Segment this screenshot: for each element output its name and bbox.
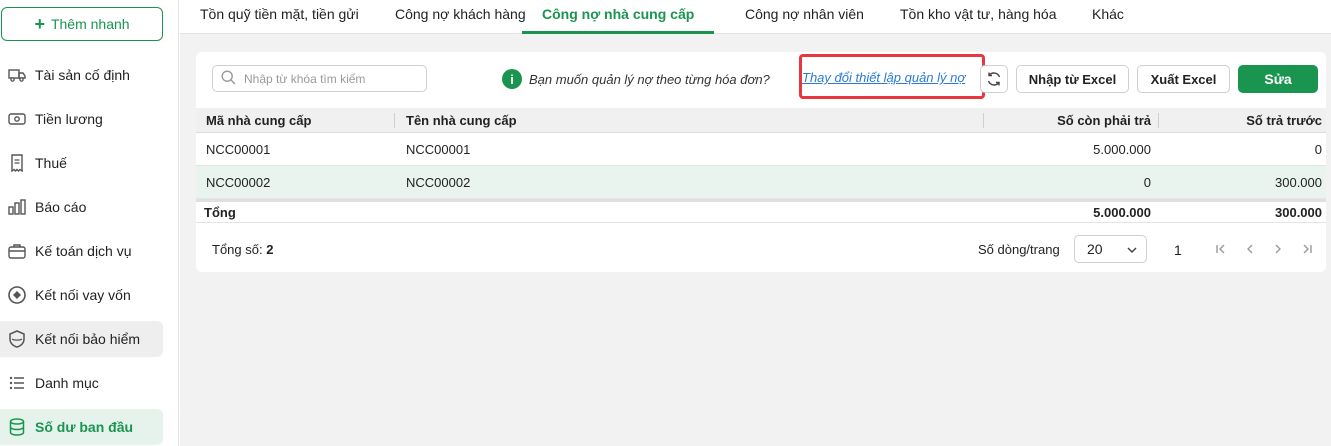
sidebar-item-reports[interactable]: Báo cáo <box>0 189 163 225</box>
chevron-down-icon <box>1126 243 1138 259</box>
receipt-icon <box>8 154 26 172</box>
current-page: 1 <box>1174 242 1182 258</box>
total-payable: 5.000.000 <box>1093 204 1151 220</box>
total-count-label: Tổng số: <box>212 242 263 257</box>
sidebar: + Thêm nhanh Tài sản cố định Tiền lương … <box>0 0 179 446</box>
sidebar-item-tax[interactable]: Thuế <box>0 145 163 181</box>
supplier-debt-card: i Bạn muốn quản lý nợ theo từng hóa đơn?… <box>196 52 1326 272</box>
prev-page-icon[interactable] <box>1243 240 1257 258</box>
cell-payable: 0 <box>1143 174 1151 190</box>
money-icon <box>8 110 26 128</box>
sidebar-item-payroll[interactable]: Tiền lương <box>0 101 163 137</box>
rows-per-page-label: Số dòng/trang <box>978 242 1060 257</box>
tab-cash-deposits[interactable]: Tồn quỹ tiền mặt, tiền gửi <box>200 0 359 34</box>
next-page-icon[interactable] <box>1271 240 1285 258</box>
refresh-icon <box>987 72 1001 86</box>
column-header-supplier-code[interactable]: Mã nhà cung cấp <box>206 108 311 132</box>
sidebar-item-opening-balance[interactable]: Số dư ban đầu <box>0 409 163 445</box>
total-label: Tổng <box>204 204 236 220</box>
column-divider[interactable] <box>983 113 984 128</box>
search-icon <box>221 69 236 88</box>
supplier-debt-table: Mã nhà cung cấp Tên nhà cung cấp Số còn … <box>196 108 1326 223</box>
sidebar-item-label: Kết nối vay vốn <box>35 287 131 303</box>
sidebar-item-catalog[interactable]: Danh mục <box>0 365 163 401</box>
sidebar-item-service-accounting[interactable]: Kế toán dịch vụ <box>0 233 163 269</box>
import-excel-button[interactable]: Nhập từ Excel <box>1016 65 1129 93</box>
tab-customer-debt[interactable]: Công nợ khách hàng <box>395 0 526 34</box>
search-input[interactable] <box>244 71 414 86</box>
table-row[interactable]: NCC00002 NCC00002 0 300.000 <box>196 166 1326 199</box>
briefcase-icon <box>8 242 26 260</box>
quick-add-label: Thêm nhanh <box>50 16 130 32</box>
refresh-button[interactable] <box>980 65 1008 93</box>
sidebar-item-label: Kế toán dịch vụ <box>35 243 132 259</box>
sidebar-nav: Tài sản cố định Tiền lương Thuế Báo cáo … <box>0 57 179 446</box>
quick-add-button[interactable]: + Thêm nhanh <box>1 7 163 41</box>
cell-supplier-code: NCC00001 <box>206 141 271 157</box>
sidebar-item-insurance-connect[interactable]: Kết nối bảo hiểm <box>0 321 163 357</box>
rows-per-page-value: 20 <box>1087 241 1103 257</box>
table-footer: Tổng số: 2 Số dòng/trang 20 1 <box>196 230 1326 270</box>
hint-text: Bạn muốn quản lý nợ theo từng hóa đơn? <box>529 71 770 87</box>
truck-icon <box>8 66 26 84</box>
edit-button[interactable]: Sửa <box>1238 65 1318 93</box>
column-header-supplier-name[interactable]: Tên nhà cung cấp <box>406 108 517 132</box>
search-box[interactable] <box>212 65 427 92</box>
cell-supplier-code: NCC00002 <box>206 174 271 190</box>
last-page-icon[interactable] <box>1300 240 1314 258</box>
export-excel-button[interactable]: Xuất Excel <box>1137 65 1230 93</box>
total-count-value: 2 <box>266 242 274 257</box>
column-divider[interactable] <box>1158 113 1159 128</box>
sidebar-item-label: Báo cáo <box>35 199 87 215</box>
total-count: Tổng số: 2 <box>212 242 273 257</box>
main-content: Tồn quỹ tiền mặt, tiền gửi Công nợ khách… <box>180 0 1331 446</box>
sidebar-item-label: Thuế <box>35 155 67 171</box>
highlight-annotation <box>799 54 985 99</box>
bar-chart-icon <box>8 198 26 216</box>
table-total-row: Tổng 5.000.000 300.000 <box>196 199 1326 223</box>
total-prepaid: 300.000 <box>1275 204 1322 220</box>
tab-bar: Tồn quỹ tiền mặt, tiền gửi Công nợ khách… <box>180 0 1331 34</box>
info-icon: i <box>502 69 522 89</box>
tab-supplier-debt[interactable]: Công nợ nhà cung cấp <box>522 0 715 34</box>
sidebar-item-label: Kết nối bảo hiểm <box>35 331 141 347</box>
cell-prepaid: 300.000 <box>1275 174 1322 190</box>
sidebar-item-label: Tiền lương <box>35 111 103 127</box>
sidebar-item-label: Danh mục <box>35 375 99 391</box>
sidebar-item-label: Số dư ban đầu <box>35 419 134 435</box>
rows-per-page-select[interactable]: 20 <box>1074 235 1147 263</box>
loan-icon <box>8 286 26 304</box>
column-divider[interactable] <box>394 113 395 128</box>
tab-other[interactable]: Khác <box>1092 0 1124 34</box>
sidebar-item-label: Tài sản cố định <box>35 67 130 83</box>
shield-icon <box>8 330 26 348</box>
plus-icon: + <box>34 14 45 34</box>
sidebar-item-loan-connect[interactable]: Kết nối vay vốn <box>0 277 163 313</box>
list-icon <box>8 374 26 392</box>
cell-payable: 5.000.000 <box>1093 141 1151 157</box>
table-header: Mã nhà cung cấp Tên nhà cung cấp Số còn … <box>196 108 1326 133</box>
cell-prepaid: 0 <box>1314 141 1322 157</box>
cell-supplier-name: NCC00001 <box>406 141 471 157</box>
tab-employee-debt[interactable]: Công nợ nhân viên <box>745 0 864 34</box>
tab-inventory[interactable]: Tồn kho vật tư, hàng hóa <box>900 0 1056 34</box>
cell-supplier-name: NCC00002 <box>406 174 471 190</box>
column-header-prepaid[interactable]: Số trả trước <box>1246 108 1322 132</box>
debt-management-hint: i Bạn muốn quản lý nợ theo từng hóa đơn? <box>502 68 770 90</box>
sidebar-item-fixed-assets[interactable]: Tài sản cố định <box>0 57 163 93</box>
table-row[interactable]: NCC00001 NCC00001 5.000.000 0 <box>196 133 1326 166</box>
first-page-icon[interactable] <box>1214 240 1228 258</box>
column-header-payable[interactable]: Số còn phải trả <box>1057 108 1151 132</box>
database-icon <box>8 418 26 436</box>
